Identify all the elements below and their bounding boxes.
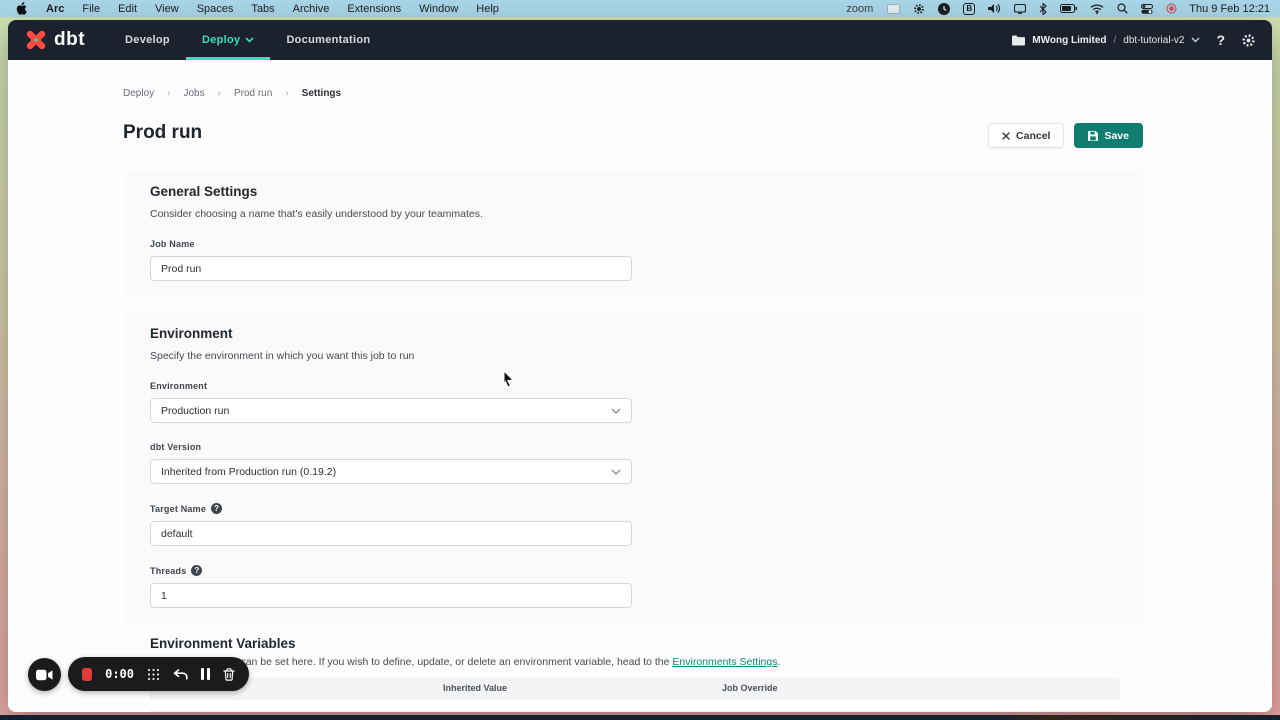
environments-settings-link[interactable]: Environments Settings — [672, 656, 777, 668]
column-header-inherited-value: Inherited Value — [443, 683, 507, 693]
dbt-navbar: dbt Develop Deploy Documentation MWong L… — [8, 20, 1272, 60]
wifi-icon[interactable] — [1090, 4, 1104, 14]
close-icon — [1002, 132, 1010, 140]
breadcrumb-jobs[interactable]: Jobs — [183, 88, 204, 99]
camera-bubble-button[interactable] — [28, 658, 61, 691]
recording-timer: 0:00 — [105, 667, 134, 681]
menubar-item-help[interactable]: Help — [467, 3, 508, 15]
account-name: MWong Limited — [1032, 35, 1106, 46]
macos-menubar: Arc File Edit View Spaces Tabs Archive E… — [0, 0, 1280, 17]
pause-recording-button[interactable] — [201, 668, 210, 680]
dbt-logo[interactable]: dbt — [24, 20, 85, 60]
undo-icon — [173, 669, 188, 680]
clock-status-icon[interactable] — [938, 3, 950, 15]
restart-recording-button[interactable] — [173, 669, 188, 680]
bluetooth-icon[interactable] — [1039, 3, 1047, 15]
recording-indicator-icon[interactable] — [1166, 3, 1177, 14]
delete-recording-button[interactable] — [223, 668, 235, 681]
target-name-label: Target Name ? — [150, 503, 1118, 514]
nav-item-develop[interactable]: Develop — [109, 20, 186, 60]
zoom-app-label[interactable]: zoom — [846, 3, 873, 15]
environment-variables-heading: Environment Variables — [150, 636, 296, 651]
breadcrumb-separator: › — [167, 88, 170, 99]
video-camera-icon — [36, 669, 53, 681]
gear-status-icon[interactable] — [913, 3, 925, 15]
dbt-logo-text: dbt — [54, 29, 85, 51]
dbt-logo-icon — [24, 28, 48, 52]
environment-variables-description: Job level overrides can be set here. If … — [150, 656, 1110, 668]
threads-help-icon[interactable]: ? — [191, 565, 202, 576]
drag-handle-icon[interactable] — [147, 668, 160, 681]
save-button[interactable]: Save — [1074, 123, 1143, 148]
environment-description: Specify the environment in which you wan… — [150, 350, 1118, 362]
nav-item-documentation[interactable]: Documentation — [270, 20, 386, 60]
volume-icon[interactable] — [988, 3, 1001, 14]
breadcrumb: Deploy › Jobs › Prod run › Settings — [123, 88, 341, 99]
chevron-down-icon — [245, 37, 254, 43]
save-icon — [1088, 131, 1098, 141]
breadcrumb-separator: › — [218, 88, 221, 99]
chevron-down-icon — [611, 469, 621, 475]
page-content: Deploy › Jobs › Prod run › Settings Prod… — [8, 60, 1272, 712]
environment-card: Environment Specify the environment in w… — [125, 312, 1143, 625]
nav-item-deploy[interactable]: Deploy — [186, 20, 270, 60]
help-button[interactable]: ? — [1214, 32, 1227, 48]
environment-variables-table-header: Inherited Value Job Override — [150, 678, 1120, 700]
environment-select[interactable]: Production run — [150, 398, 632, 423]
page-title: Prod run — [123, 122, 202, 144]
environment-variables-table-row — [150, 700, 1120, 712]
settings-gear-button[interactable] — [1241, 33, 1256, 48]
breadcrumb-separator: › — [285, 88, 288, 99]
target-name-input[interactable] — [150, 521, 632, 546]
job-name-input[interactable] — [150, 256, 632, 281]
threads-label: Threads ? — [150, 565, 1118, 576]
account-project-switcher[interactable]: MWong Limited / dbt-tutorial-v2 — [1012, 35, 1200, 46]
general-settings-heading: General Settings — [150, 184, 1118, 199]
chevron-down-icon — [611, 408, 621, 414]
menubar-item-view[interactable]: View — [146, 3, 188, 15]
trash-icon — [223, 668, 235, 681]
breadcrumb-settings: Settings — [302, 88, 341, 99]
pause-icon — [201, 668, 210, 680]
battery-icon[interactable] — [1060, 4, 1077, 13]
job-name-label: Job Name — [150, 239, 1118, 249]
general-settings-card: General Settings Consider choosing a nam… — [125, 170, 1143, 296]
account-project-separator: / — [1114, 35, 1117, 46]
display-icon[interactable] — [1014, 4, 1026, 14]
browser-window: dbt Develop Deploy Documentation MWong L… — [8, 20, 1272, 712]
breadcrumb-deploy[interactable]: Deploy — [123, 88, 154, 99]
cancel-button[interactable]: Cancel — [988, 123, 1064, 148]
apple-menu-icon[interactable] — [16, 2, 27, 15]
recording-toolbar: 0:00 — [68, 657, 249, 691]
menubar-item-extensions[interactable]: Extensions — [338, 3, 410, 15]
chevron-down-icon — [1191, 37, 1200, 43]
screen-bottom-edge — [0, 715, 1280, 720]
menubar-clock[interactable]: Thu 9 Feb 12:21 — [1189, 3, 1270, 15]
dbt-version-label: dbt Version — [150, 442, 1118, 452]
menubar-item-file[interactable]: File — [73, 3, 109, 15]
menubar-item-arc[interactable]: Arc — [37, 3, 73, 15]
stop-recording-button[interactable] — [82, 668, 92, 681]
environment-heading: Environment — [150, 326, 1118, 341]
menubar-item-spaces[interactable]: Spaces — [188, 3, 243, 15]
menubar-item-edit[interactable]: Edit — [109, 3, 146, 15]
search-icon[interactable] — [1117, 3, 1128, 14]
target-name-help-icon[interactable]: ? — [211, 503, 222, 514]
control-center-icon[interactable] — [1141, 4, 1153, 14]
threads-input[interactable] — [150, 583, 632, 608]
general-settings-description: Consider choosing a name that's easily u… — [150, 208, 1118, 220]
environment-label: Environment — [150, 381, 1118, 391]
screen-share-icon[interactable] — [887, 4, 900, 14]
menubar-item-window[interactable]: Window — [410, 3, 467, 15]
dbt-version-select[interactable]: Inherited from Production run (0.19.2) — [150, 459, 632, 484]
folder-icon — [1012, 35, 1025, 46]
breadcrumb-prod-run[interactable]: Prod run — [234, 88, 272, 99]
keyboard-layout-icon[interactable]: B — [963, 3, 975, 15]
menubar-item-tabs[interactable]: Tabs — [242, 3, 283, 15]
project-name: dbt-tutorial-v2 — [1123, 35, 1184, 46]
menubar-item-archive[interactable]: Archive — [284, 3, 339, 15]
column-header-job-override: Job Override — [722, 683, 778, 693]
